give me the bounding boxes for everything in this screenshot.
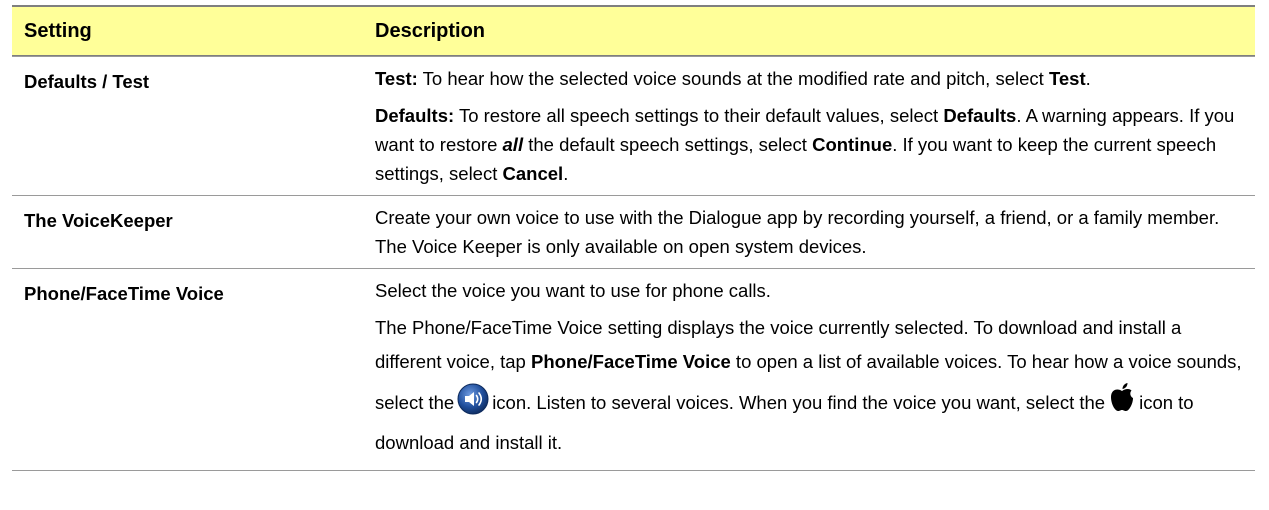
test-paragraph: Test: To hear how the selected voice sou…: [375, 64, 1247, 93]
test-text-1: To hear how the selected voice sounds at…: [417, 68, 1049, 89]
test-bold-1: Test: [1048, 68, 1086, 89]
defaults-italic-1: all: [502, 134, 524, 155]
description-defaults-test: Test: To hear how the selected voice sou…: [365, 57, 1255, 195]
phone-bold-1: Phone/FaceTime Voice: [530, 351, 731, 372]
defaults-bold-2: Continue: [812, 134, 893, 155]
setting-name-voicekeeper: The VoiceKeeper: [24, 210, 173, 231]
table-header-row: Setting Description: [12, 5, 1255, 56]
defaults-paragraph: Defaults: To restore all speech settings…: [375, 101, 1247, 188]
defaults-bold-1: Defaults: [943, 105, 1017, 126]
defaults-text-3: the default speech settings, select: [523, 134, 813, 155]
test-label: Test:: [375, 68, 418, 89]
description-phone-facetime: Select the voice you want to use for pho…: [365, 269, 1255, 470]
phone-paragraph-2: The Phone/FaceTime Voice setting display…: [375, 313, 1247, 463]
header-setting: Setting: [24, 19, 92, 42]
defaults-text-1: To restore all speech settings to their …: [454, 105, 944, 126]
table-row-voicekeeper: The VoiceKeeper Create your own voice to…: [12, 195, 1255, 268]
phone-text-3: icon. Listen to several voices. When you…: [492, 392, 1106, 413]
description-voicekeeper: Create your own voice to use with the Di…: [365, 196, 1255, 268]
phone-paragraph-1: Select the voice you want to use for pho…: [375, 280, 771, 301]
defaults-text-5: .: [563, 163, 569, 184]
defaults-label: Defaults:: [375, 105, 455, 126]
voicekeeper-paragraph: Create your own voice to use with the Di…: [375, 207, 1220, 257]
test-text-2: .: [1085, 68, 1091, 89]
table-row-phone-facetime: Phone/FaceTime Voice Select the voice yo…: [12, 268, 1255, 471]
speaker-icon: [457, 383, 489, 415]
apple-icon: [1108, 382, 1136, 414]
header-description: Description: [375, 19, 486, 42]
setting-name-defaults-test: Defaults / Test: [24, 71, 150, 92]
settings-table: Setting Description Defaults / Test Test…: [12, 5, 1255, 471]
table-row-defaults-test: Defaults / Test Test: To hear how the se…: [12, 56, 1255, 195]
defaults-bold-3: Cancel: [502, 163, 564, 184]
setting-name-phone-facetime: Phone/FaceTime Voice: [24, 283, 224, 304]
